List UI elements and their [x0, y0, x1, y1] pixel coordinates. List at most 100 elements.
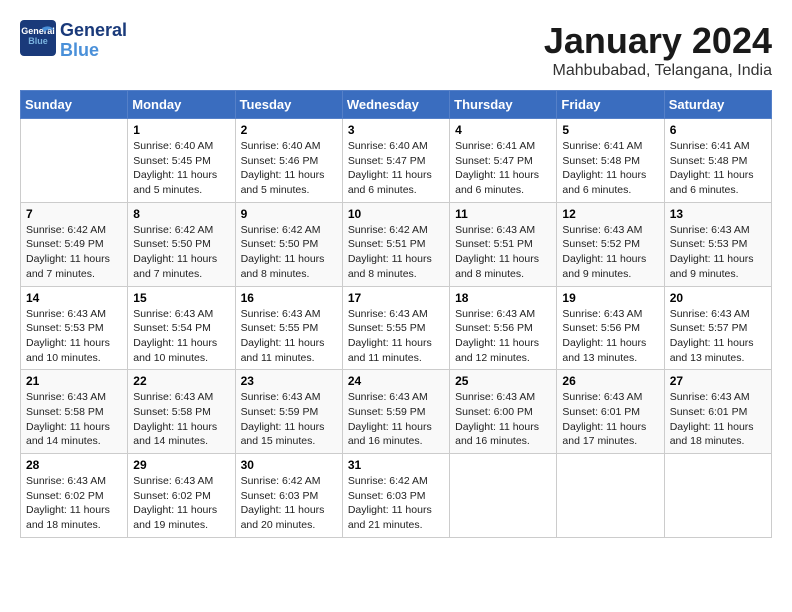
calendar-cell: 1 Sunrise: 6:40 AM Sunset: 5:45 PM Daylig…	[128, 119, 235, 203]
title-block: January 2024 Mahbubabad, Telangana, Indi…	[544, 20, 772, 80]
day-info: Sunrise: 6:43 AM Sunset: 6:01 PM Dayligh…	[670, 390, 766, 449]
day-info: Sunrise: 6:43 AM Sunset: 5:53 PM Dayligh…	[26, 307, 122, 366]
day-info: Sunrise: 6:41 AM Sunset: 5:48 PM Dayligh…	[562, 139, 658, 198]
calendar-cell: 20 Sunrise: 6:43 AM Sunset: 5:57 PM Dayli…	[664, 286, 771, 370]
weekday-header-row: SundayMondayTuesdayWednesdayThursdayFrid…	[21, 91, 772, 119]
day-number: 29	[133, 458, 229, 472]
calendar-cell: 5 Sunrise: 6:41 AM Sunset: 5:48 PM Daylig…	[557, 119, 664, 203]
day-number: 11	[455, 207, 551, 221]
calendar-cell: 22 Sunrise: 6:43 AM Sunset: 5:58 PM Dayli…	[128, 370, 235, 454]
day-info: Sunrise: 6:42 AM Sunset: 5:51 PM Dayligh…	[348, 223, 444, 282]
day-info: Sunrise: 6:43 AM Sunset: 5:59 PM Dayligh…	[241, 390, 337, 449]
day-number: 7	[26, 207, 122, 221]
calendar-cell: 30 Sunrise: 6:42 AM Sunset: 6:03 PM Dayli…	[235, 454, 342, 538]
day-info: Sunrise: 6:43 AM Sunset: 5:55 PM Dayligh…	[348, 307, 444, 366]
day-info: Sunrise: 6:43 AM Sunset: 5:57 PM Dayligh…	[670, 307, 766, 366]
logo-general: General	[60, 21, 127, 41]
day-number: 31	[348, 458, 444, 472]
day-number: 14	[26, 291, 122, 305]
day-info: Sunrise: 6:43 AM Sunset: 5:51 PM Dayligh…	[455, 223, 551, 282]
day-number: 26	[562, 374, 658, 388]
day-number: 3	[348, 123, 444, 137]
day-number: 8	[133, 207, 229, 221]
calendar-cell: 19Sunrise: 6:43 AM Sunset: 5:56 PM Dayli…	[557, 286, 664, 370]
logo-blue: Blue	[60, 41, 127, 61]
week-row-4: 21Sunrise: 6:43 AM Sunset: 5:58 PM Dayli…	[21, 370, 772, 454]
calendar-subtitle: Mahbubabad, Telangana, India	[544, 62, 772, 80]
day-info: Sunrise: 6:43 AM Sunset: 5:52 PM Dayligh…	[562, 223, 658, 282]
day-info: Sunrise: 6:42 AM Sunset: 6:03 PM Dayligh…	[241, 474, 337, 533]
calendar-cell: 4 Sunrise: 6:41 AM Sunset: 5:47 PM Daylig…	[450, 119, 557, 203]
calendar-table: SundayMondayTuesdayWednesdayThursdayFrid…	[20, 90, 772, 538]
day-info: Sunrise: 6:43 AM Sunset: 6:01 PM Dayligh…	[562, 390, 658, 449]
day-info: Sunrise: 6:43 AM Sunset: 6:02 PM Dayligh…	[26, 474, 122, 533]
calendar-cell: 28 Sunrise: 6:43 AM Sunset: 6:02 PM Dayli…	[21, 454, 128, 538]
day-number: 30	[241, 458, 337, 472]
calendar-cell: 7 Sunrise: 6:42 AM Sunset: 5:49 PM Daylig…	[21, 202, 128, 286]
weekday-header-wednesday: Wednesday	[342, 91, 449, 119]
day-number: 9	[241, 207, 337, 221]
day-info: Sunrise: 6:43 AM Sunset: 5:58 PM Dayligh…	[133, 390, 229, 449]
calendar-cell: 9 Sunrise: 6:42 AM Sunset: 5:50 PM Daylig…	[235, 202, 342, 286]
calendar-cell: 21Sunrise: 6:43 AM Sunset: 5:58 PM Dayli…	[21, 370, 128, 454]
day-number: 12	[562, 207, 658, 221]
day-info: Sunrise: 6:40 AM Sunset: 5:47 PM Dayligh…	[348, 139, 444, 198]
day-info: Sunrise: 6:42 AM Sunset: 6:03 PM Dayligh…	[348, 474, 444, 533]
calendar-cell: 18Sunrise: 6:43 AM Sunset: 5:56 PM Dayli…	[450, 286, 557, 370]
calendar-cell	[21, 119, 128, 203]
calendar-cell: 10 Sunrise: 6:42 AM Sunset: 5:51 PM Dayli…	[342, 202, 449, 286]
calendar-cell: 29 Sunrise: 6:43 AM Sunset: 6:02 PM Dayli…	[128, 454, 235, 538]
calendar-cell: 25 Sunrise: 6:43 AM Sunset: 6:00 PM Dayli…	[450, 370, 557, 454]
calendar-cell	[450, 454, 557, 538]
day-info: Sunrise: 6:42 AM Sunset: 5:50 PM Dayligh…	[241, 223, 337, 282]
week-row-3: 14 Sunrise: 6:43 AM Sunset: 5:53 PM Dayli…	[21, 286, 772, 370]
calendar-cell	[664, 454, 771, 538]
day-info: Sunrise: 6:43 AM Sunset: 5:55 PM Dayligh…	[241, 307, 337, 366]
day-number: 1	[133, 123, 229, 137]
day-info: Sunrise: 6:43 AM Sunset: 6:00 PM Dayligh…	[455, 390, 551, 449]
weekday-header-monday: Monday	[128, 91, 235, 119]
weekday-header-thursday: Thursday	[450, 91, 557, 119]
day-number: 25	[455, 374, 551, 388]
day-info: Sunrise: 6:43 AM Sunset: 5:59 PM Dayligh…	[348, 390, 444, 449]
day-number: 15	[133, 291, 229, 305]
calendar-cell: 11 Sunrise: 6:43 AM Sunset: 5:51 PM Dayli…	[450, 202, 557, 286]
day-info: Sunrise: 6:41 AM Sunset: 5:47 PM Dayligh…	[455, 139, 551, 198]
day-number: 5	[562, 123, 658, 137]
day-number: 28	[26, 458, 122, 472]
day-info: Sunrise: 6:43 AM Sunset: 5:53 PM Dayligh…	[670, 223, 766, 282]
day-number: 24	[348, 374, 444, 388]
day-info: Sunrise: 6:41 AM Sunset: 5:48 PM Dayligh…	[670, 139, 766, 198]
day-info: Sunrise: 6:43 AM Sunset: 5:54 PM Dayligh…	[133, 307, 229, 366]
svg-text:Blue: Blue	[28, 36, 48, 46]
day-number: 19	[562, 291, 658, 305]
day-number: 10	[348, 207, 444, 221]
day-number: 4	[455, 123, 551, 137]
calendar-cell: 26 Sunrise: 6:43 AM Sunset: 6:01 PM Dayli…	[557, 370, 664, 454]
logo-icon: General Blue	[20, 20, 56, 56]
day-info: Sunrise: 6:40 AM Sunset: 5:45 PM Dayligh…	[133, 139, 229, 198]
logo: General Blue General Blue	[20, 20, 127, 61]
week-row-5: 28 Sunrise: 6:43 AM Sunset: 6:02 PM Dayli…	[21, 454, 772, 538]
day-number: 16	[241, 291, 337, 305]
day-info: Sunrise: 6:43 AM Sunset: 5:56 PM Dayligh…	[455, 307, 551, 366]
day-number: 2	[241, 123, 337, 137]
day-number: 27	[670, 374, 766, 388]
weekday-header-friday: Friday	[557, 91, 664, 119]
calendar-cell: 12 Sunrise: 6:43 AM Sunset: 5:52 PM Dayli…	[557, 202, 664, 286]
day-info: Sunrise: 6:43 AM Sunset: 5:58 PM Dayligh…	[26, 390, 122, 449]
calendar-cell: 13 Sunrise: 6:43 AM Sunset: 5:53 PM Dayli…	[664, 202, 771, 286]
day-number: 20	[670, 291, 766, 305]
day-number: 22	[133, 374, 229, 388]
calendar-cell: 17Sunrise: 6:43 AM Sunset: 5:55 PM Dayli…	[342, 286, 449, 370]
weekday-header-saturday: Saturday	[664, 91, 771, 119]
day-info: Sunrise: 6:42 AM Sunset: 5:49 PM Dayligh…	[26, 223, 122, 282]
calendar-cell: 23Sunrise: 6:43 AM Sunset: 5:59 PM Dayli…	[235, 370, 342, 454]
day-info: Sunrise: 6:43 AM Sunset: 6:02 PM Dayligh…	[133, 474, 229, 533]
calendar-cell: 31 Sunrise: 6:42 AM Sunset: 6:03 PM Dayli…	[342, 454, 449, 538]
calendar-cell: 3 Sunrise: 6:40 AM Sunset: 5:47 PM Daylig…	[342, 119, 449, 203]
calendar-cell: 14 Sunrise: 6:43 AM Sunset: 5:53 PM Dayli…	[21, 286, 128, 370]
day-number: 13	[670, 207, 766, 221]
calendar-title: January 2024	[544, 20, 772, 62]
day-info: Sunrise: 6:42 AM Sunset: 5:50 PM Dayligh…	[133, 223, 229, 282]
